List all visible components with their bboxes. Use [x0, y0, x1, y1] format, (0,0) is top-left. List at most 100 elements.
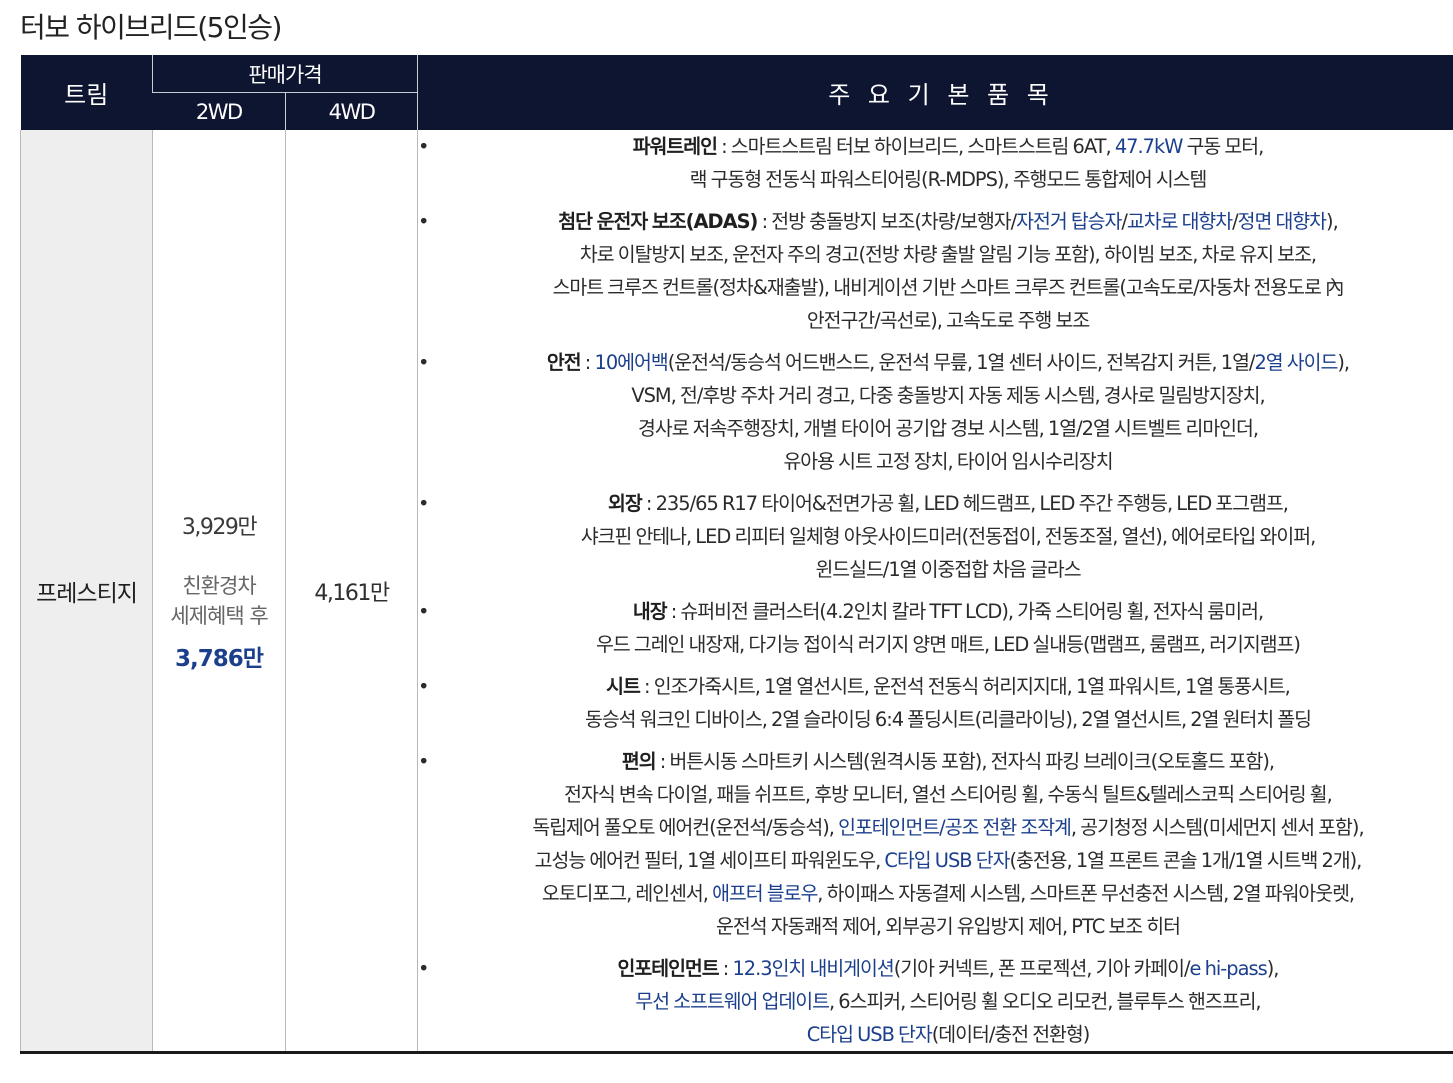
feature-text: , 하이패스 자동결제 시스템, 스마트폰 무선충전 시스템, 2열 파워아웃렛…	[817, 882, 1355, 905]
feature-text: 유아용 시트 고정 장치, 타이어 임시수리장치	[783, 450, 1113, 473]
eco-price: 3,786만	[175, 645, 264, 672]
feature-line: 시트 : 인조가죽시트, 1열 열선시트, 운전석 전동식 허리지지대, 1열 …	[432, 670, 1453, 703]
feature-line: 샤크핀 안테나, LED 리피터 일체형 아웃사이드미러(전동접이, 전동조절,…	[432, 520, 1453, 553]
highlight-text: C타입 USB 단자	[884, 849, 1010, 872]
feature-text: 샤크핀 안테나, LED 리피터 일체형 아웃사이드미러(전동접이, 전동조절,…	[580, 525, 1316, 548]
bullet-icon: •	[418, 351, 429, 374]
feature-text: : 235/65 R17 타이어&전면가공 휠, LED 헤드램프, LED 주…	[641, 492, 1289, 515]
header-2wd: 2WD	[152, 92, 286, 130]
feature-text: : 스마트스트림 터보 하이브리드, 스마트스트림 6AT,	[716, 135, 1115, 158]
feature-text: 랙 구동형 전동식 파워스티어링(R-MDPS), 주행모드 통합제어 시스템	[689, 168, 1208, 191]
feature-line: 첨단 운전자 보조(ADAS) : 전방 충돌방지 보조(차량/보행자/자전거 …	[432, 205, 1453, 238]
feature-text: 구동 모터,	[1182, 135, 1265, 158]
feature-line: 운전석 자동쾌적 제어, 외부공기 유입방지 제어, PTC 보조 히터	[432, 910, 1453, 943]
feature-text: : 슈퍼비전 클러스터(4.2인치 칼라 TFT LCD), 가죽 스티어링 휠…	[666, 600, 1264, 623]
eco-label-line1: 친환경차	[182, 573, 256, 598]
feature-line: 무선 소프트웨어 업데이트, 6스피커, 스티어링 휠 오디오 리모컨, 블루투…	[432, 985, 1453, 1018]
header-price: 판매가격	[152, 55, 418, 93]
feature-text: 경사로 저속주행장치, 개별 타이어 공기압 경보 시스템, 1열/2열 시트벨…	[637, 417, 1259, 440]
feature-text: 동승석 워크인 디바이스, 2열 슬라이딩 6:4 폴딩시트(리클라이닝), 2…	[584, 708, 1312, 731]
highlight-text: 인포테인먼트/공조 전환 조작계	[838, 816, 1072, 839]
feature-item: • 편의 : 버튼시동 스마트키 시스템(원격시동 포함), 전자식 파킹 브레이…	[418, 745, 1453, 943]
feature-line: 동승석 워크인 디바이스, 2열 슬라이딩 6:4 폴딩시트(리클라이닝), 2…	[432, 703, 1453, 736]
highlight-text: 무선 소프트웨어 업데이트	[635, 990, 830, 1013]
feature-item: • 안전 : 10에어백(운전석/동승석 어드밴스드, 운전석 무릎, 1열 센터…	[418, 346, 1453, 478]
feature-text: 안전구간/곡선로), 고속도로 주행 보조	[806, 309, 1090, 332]
feature-line: VSM, 전/후방 주차 거리 경고, 다중 충돌방지 자동 제동 시스템, 경…	[432, 379, 1453, 412]
feature-line: 내장 : 슈퍼비전 클러스터(4.2인치 칼라 TFT LCD), 가죽 스티어…	[432, 595, 1453, 628]
spec-table: 트림 판매가격 주 요 기 본 품 목 2WD 4WD 프레스티지 3,929만…	[20, 55, 1453, 1054]
feature-line: 스마트 크루즈 컨트롤(정차&재출발), 내비게이션 기반 스마트 크루즈 컨트…	[432, 271, 1453, 304]
page-title: 터보 하이브리드(5인승)	[20, 11, 282, 44]
feature-line: 랙 구동형 전동식 파워스티어링(R-MDPS), 주행모드 통합제어 시스템	[432, 163, 1453, 196]
feature-item: • 내장 : 슈퍼비전 클러스터(4.2인치 칼라 TFT LCD), 가죽 스티…	[418, 595, 1453, 661]
feature-line: 편의 : 버튼시동 스마트키 시스템(원격시동 포함), 전자식 파킹 브레이크…	[432, 745, 1453, 778]
feature-label: 편의	[621, 750, 657, 773]
feature-list: • 파워트레인 : 스마트스트림 터보 하이브리드, 스마트스트림 6AT, 47…	[418, 130, 1453, 1051]
feature-line: 독립제어 풀오토 에어컨(운전석/동승석), 인포테인먼트/공조 전환 조작계,…	[432, 811, 1453, 844]
header-4wd: 4WD	[285, 92, 418, 130]
feature-text: (데이터/충전 전환형)	[931, 1023, 1091, 1046]
eco-label-line2: 세제혜택 후	[170, 603, 268, 628]
highlight-text: C타입 USB 단자	[806, 1023, 933, 1046]
feature-text: 스마트 크루즈 컨트롤(정차&재출발), 내비게이션 기반 스마트 크루즈 컨트…	[552, 276, 1345, 299]
feature-text: (충전용, 1열 프론트 콘솔 1개/1열 시트백 2개),	[1009, 849, 1362, 872]
price-4wd: 4,161만	[285, 130, 418, 1054]
feature-text: :	[718, 957, 733, 980]
feature-text: 우드 그레인 내장재, 다기능 접이식 러기지 양면 매트, LED 실내등(맵…	[596, 633, 1301, 656]
highlight-text: 교차로 대향차	[1126, 210, 1233, 233]
highlight-text: 정면 대향차	[1237, 210, 1327, 233]
feature-line: 경사로 저속주행장치, 개별 타이어 공기압 경보 시스템, 1열/2열 시트벨…	[432, 412, 1453, 445]
bullet-icon: •	[418, 675, 429, 698]
bullet-icon: •	[418, 210, 429, 233]
feature-text: 오토디포그, 레인센서,	[541, 882, 713, 905]
feature-label: 내장	[632, 600, 668, 623]
feature-text: 윈드실드/1열 이중접합 차음 글라스	[815, 558, 1081, 581]
trim-name: 프레스티지	[20, 130, 153, 1054]
feature-text: (기아 커넥트, 폰 프로젝션, 기아 카페이/	[893, 957, 1191, 980]
feature-text: : 인조가죽시트, 1열 열선시트, 운전석 전동식 허리지지대, 1열 파워시…	[639, 675, 1291, 698]
feature-item: • 시트 : 인조가죽시트, 1열 열선시트, 운전석 전동식 허리지지대, 1열…	[418, 670, 1453, 736]
bullet-icon: •	[418, 957, 429, 980]
header-trim: 트림	[20, 55, 153, 130]
feature-line: 안전구간/곡선로), 고속도로 주행 보조	[432, 304, 1453, 337]
highlight-text: 자전거 탑승자	[1016, 210, 1122, 233]
feature-label: 파워트레인	[632, 135, 718, 158]
highlight-text: e hi-pass	[1189, 957, 1268, 980]
feature-item: • 파워트레인 : 스마트스트림 터보 하이브리드, 스마트스트림 6AT, 47…	[418, 130, 1453, 196]
feature-line: 차로 이탈방지 보조, 운전자 주의 경고(전방 차량 출발 알림 기능 포함)…	[432, 238, 1453, 271]
feature-line: 인포테인먼트 : 12.3인치 내비게이션(기아 커넥트, 폰 프로젝션, 기아…	[432, 952, 1453, 985]
highlight-text: 12.3인치 내비게이션	[732, 957, 894, 980]
feature-line: 외장 : 235/65 R17 타이어&전면가공 휠, LED 헤드램프, LE…	[432, 487, 1453, 520]
feature-line: 윈드실드/1열 이중접합 차음 글라스	[432, 553, 1453, 586]
feature-label: 시트	[606, 675, 641, 698]
features-cell: • 파워트레인 : 스마트스트림 터보 하이브리드, 스마트스트림 6AT, 47…	[417, 130, 1453, 1054]
feature-text: (운전석/동승석 어드밴스드, 운전석 무릎, 1열 센터 사이드, 전복감지 …	[667, 351, 1256, 374]
feature-text: VSM, 전/후방 주차 거리 경고, 다중 충돌방지 자동 제동 시스템, 경…	[631, 384, 1265, 407]
feature-line: 전자식 변속 다이얼, 패들 쉬프트, 후방 모니터, 열선 스티어링 휠, 수…	[432, 778, 1453, 811]
feature-text: :	[580, 351, 595, 374]
feature-text: 차로 이탈방지 보조, 운전자 주의 경고(전방 차량 출발 알림 기능 포함)…	[579, 243, 1317, 266]
feature-label: 첨단 운전자 보조(ADAS)	[558, 210, 758, 233]
feature-text: 독립제어 풀오토 에어컨(운전석/동승석),	[532, 816, 839, 839]
feature-text: ),	[1337, 351, 1350, 374]
bullet-icon: •	[418, 492, 429, 515]
feature-item: • 외장 : 235/65 R17 타이어&전면가공 휠, LED 헤드램프, L…	[418, 487, 1453, 586]
feature-line: 우드 그레인 내장재, 다기능 접이식 러기지 양면 매트, LED 실내등(맵…	[432, 628, 1453, 661]
feature-item: • 첨단 운전자 보조(ADAS) : 전방 충돌방지 보조(차량/보행자/자전거…	[418, 205, 1453, 337]
highlight-text: 애프터 블로우	[712, 882, 818, 905]
feature-line: 안전 : 10에어백(운전석/동승석 어드밴스드, 운전석 무릎, 1열 센터 …	[432, 346, 1453, 379]
feature-text: : 버튼시동 스마트키 시스템(원격시동 포함), 전자식 파킹 브레이크(오토…	[655, 750, 1275, 773]
feature-text: 전자식 변속 다이얼, 패들 쉬프트, 후방 모니터, 열선 스티어링 휠, 수…	[564, 783, 1333, 806]
feature-label: 외장	[608, 492, 643, 515]
feature-label: 인포테인먼트	[617, 957, 720, 980]
table-row: 프레스티지 3,929만 친환경차 세제혜택 후 3,786만 4,161만 •…	[20, 130, 1453, 1054]
bullet-icon: •	[418, 750, 429, 773]
feature-text: , 공기청정 시스템(미세먼지 센서 포함),	[1070, 816, 1365, 839]
header-features: 주 요 기 본 품 목	[417, 55, 1453, 130]
feature-line: 고성능 에어컨 필터, 1열 세이프티 파워윈도우, C타입 USB 단자(충전…	[432, 844, 1453, 877]
price-2wd-cell: 3,929만 친환경차 세제혜택 후 3,786만	[152, 130, 286, 1054]
feature-text: 고성능 에어컨 필터, 1열 세이프티 파워윈도우,	[534, 849, 885, 872]
bullet-icon: •	[418, 600, 429, 623]
price-2wd: 3,929만	[181, 514, 258, 540]
